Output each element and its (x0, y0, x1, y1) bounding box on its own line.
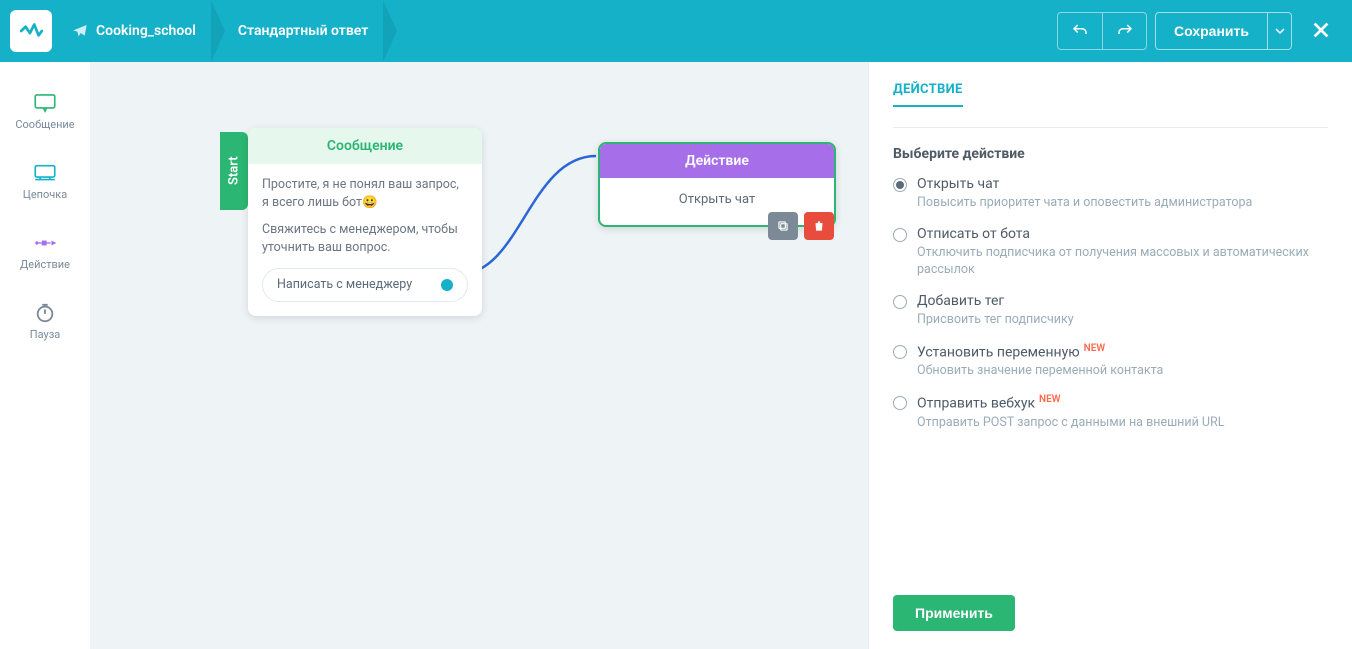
radio-icon (893, 178, 907, 192)
save-dropdown-button[interactable] (1267, 13, 1291, 49)
redo-icon (1116, 22, 1134, 40)
tool-action-label: Действие (20, 258, 70, 271)
tool-chain-label: Цепочка (23, 188, 67, 201)
action-option-0[interactable]: Открыть чат Повысить приоритет чата и опо… (893, 176, 1328, 212)
option-label: Отписать от бота (917, 226, 1328, 242)
save-button-group: Сохранить (1155, 12, 1292, 50)
tool-pause-label: Пауза (30, 328, 61, 341)
flow-name: Стандартный ответ (238, 23, 368, 39)
node-action-title: Действие (600, 144, 834, 178)
action-icon (32, 232, 58, 254)
new-badge: NEW (1039, 394, 1061, 405)
message-text-1: Простите, я не понял ваш запрос, я всего… (262, 176, 468, 211)
close-button[interactable] (1306, 15, 1336, 48)
duplicate-node-button[interactable] (768, 212, 798, 240)
bot-name: Cooking_school (96, 23, 196, 39)
option-label: Отправить вебхукNEW (917, 394, 1224, 412)
option-description: Отключить подписчика от получения массов… (917, 245, 1328, 279)
tool-message[interactable]: Сообщение (8, 80, 82, 142)
delete-node-button[interactable] (804, 212, 834, 240)
node-message-body: Простите, я не понял ваш запрос, я всего… (248, 164, 482, 316)
flow-canvas[interactable]: Start Сообщение Простите, я не понял ваш… (90, 62, 868, 649)
start-badge: Start (220, 132, 248, 210)
top-actions: Сохранить (1057, 12, 1352, 50)
app-logo[interactable] (10, 10, 52, 52)
node-toolbar (768, 212, 834, 240)
option-label: Добавить тег (917, 293, 1074, 309)
tool-pause[interactable]: Пауза (8, 290, 82, 352)
node-action[interactable]: Действие Открыть чат (598, 142, 836, 227)
new-badge: NEW (1084, 343, 1106, 354)
message-text-2: Свяжитесь с менеджером, чтобы уточнить в… (262, 221, 468, 256)
option-description: Присвоить тег подписчику (917, 312, 1074, 329)
tool-message-label: Сообщение (15, 118, 74, 131)
action-option-1[interactable]: Отписать от бота Отключить подписчика от … (893, 226, 1328, 279)
redo-button[interactable] (1102, 13, 1146, 49)
caret-down-icon (1275, 26, 1285, 36)
action-options: Открыть чат Повысить приоритет чата и опо… (893, 176, 1328, 432)
breadcrumb-separator-icon (212, 0, 226, 62)
properties-panel: ДЕЙСТВИЕ Выберите действие Открыть чат По… (868, 62, 1352, 649)
chain-icon (32, 162, 58, 184)
output-port-icon[interactable] (441, 279, 453, 291)
apply-button[interactable]: Применить (893, 595, 1015, 631)
breadcrumb-bot[interactable]: Cooking_school (60, 0, 212, 62)
panel-subhead: Выберите действие (893, 146, 1328, 162)
option-description: Повысить приоритет чата и оповестить адм… (917, 195, 1252, 212)
message-icon (32, 92, 58, 114)
top-bar: Cooking_school Стандартный ответ Сохрани… (0, 0, 1352, 62)
radio-icon (893, 345, 907, 359)
option-label: Установить переменнуюNEW (917, 343, 1163, 361)
action-option-2[interactable]: Добавить тег Присвоить тег подписчику (893, 293, 1328, 329)
radio-icon (893, 228, 907, 242)
action-option-3[interactable]: Установить переменнуюNEW Обновить значени… (893, 343, 1328, 381)
undo-icon (1071, 22, 1089, 40)
action-option-4[interactable]: Отправить вебхукNEW Отправить POST запрос… (893, 394, 1328, 432)
quick-reply-label: Написать с менеджеру (277, 276, 412, 294)
node-message[interactable]: Сообщение Простите, я не понял ваш запро… (248, 128, 482, 316)
save-button[interactable]: Сохранить (1156, 13, 1267, 49)
option-label: Открыть чат (917, 176, 1252, 192)
tool-palette: Сообщение Цепочка Действие Пауза (0, 62, 90, 649)
undo-redo-group (1057, 12, 1147, 50)
trash-icon (812, 219, 826, 233)
pause-icon (32, 302, 58, 324)
breadcrumb-separator-icon (384, 0, 398, 62)
option-description: Отправить POST запрос с данными на внешн… (917, 415, 1224, 432)
quick-reply-button[interactable]: Написать с менеджеру (262, 268, 468, 302)
undo-button[interactable] (1058, 13, 1102, 49)
breadcrumb: Cooking_school Стандартный ответ (60, 0, 398, 62)
panel-title: ДЕЙСТВИЕ (893, 82, 963, 107)
tool-action[interactable]: Действие (8, 220, 82, 282)
radio-icon (893, 396, 907, 410)
copy-icon (776, 219, 790, 233)
workspace: Сообщение Цепочка Действие Пауза Start С… (0, 62, 1352, 649)
node-message-title: Сообщение (248, 128, 482, 164)
tool-chain[interactable]: Цепочка (8, 150, 82, 212)
radio-icon (893, 295, 907, 309)
breadcrumb-flow[interactable]: Стандартный ответ (226, 0, 384, 62)
option-description: Обновить значение переменной контакта (917, 363, 1163, 380)
close-icon (1310, 19, 1332, 41)
telegram-icon (72, 23, 88, 39)
